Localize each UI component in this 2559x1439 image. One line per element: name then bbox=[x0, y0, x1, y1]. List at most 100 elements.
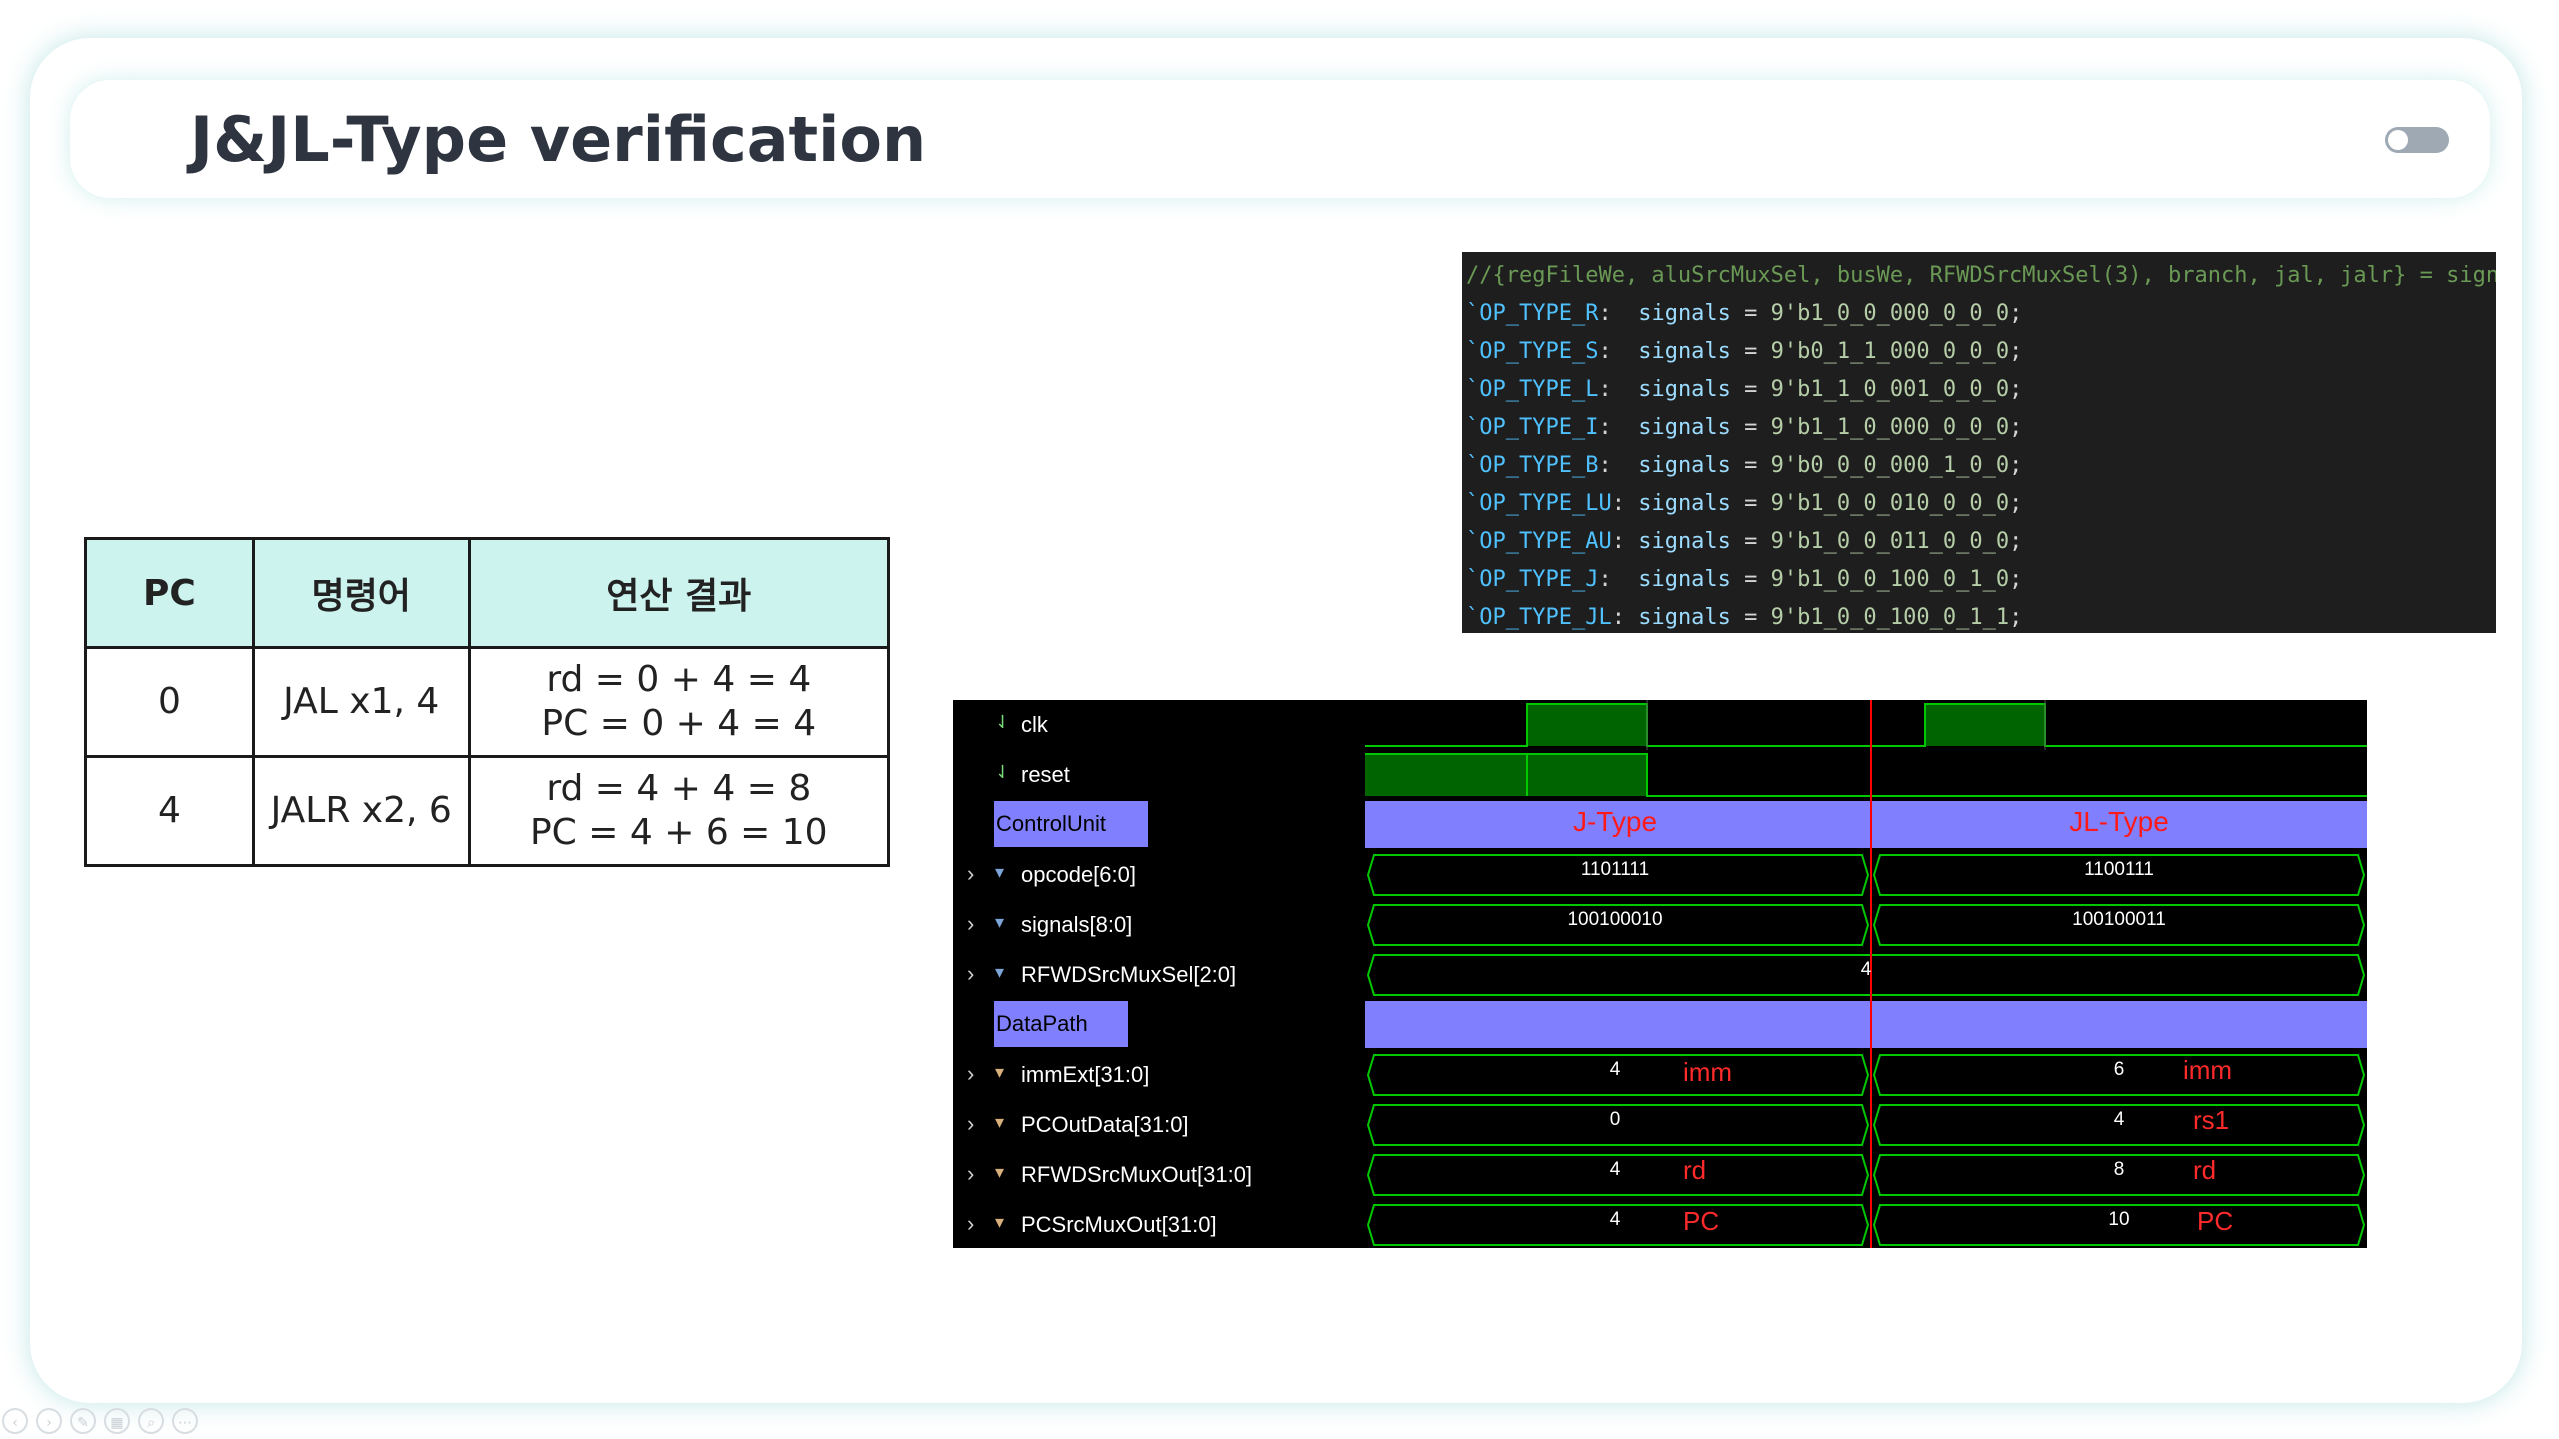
cell-pc: 4 bbox=[84, 755, 255, 867]
j-type-label: J-Type bbox=[1572, 806, 1658, 837]
cell-instruction: JAL x1, 4 bbox=[251, 646, 471, 758]
signal-row-opcode[interactable]: › ▾ opcode[6:0] bbox=[953, 850, 1363, 900]
code-line: `OP_TYPE_I: signals = 9'b1_1_0_000_0_0_0… bbox=[1466, 410, 2496, 448]
signal-row-immext[interactable]: › ▾ immExt[31:0] bbox=[953, 1050, 1363, 1100]
grid-icon[interactable]: ▦ bbox=[104, 1408, 130, 1434]
code-line: `OP_TYPE_R: signals = 9'b1_0_0_000_0_0_0… bbox=[1466, 296, 2496, 334]
bus-signal-icon: ▾ bbox=[995, 1162, 1005, 1182]
code-semicolon: ; bbox=[2009, 415, 2023, 440]
group-controlunit[interactable]: ControlUnit bbox=[994, 801, 1148, 847]
cell-result: rd = 0 + 4 = 4 PC = 0 + 4 = 4 bbox=[467, 646, 891, 758]
group-datapath[interactable]: DataPath bbox=[994, 1001, 1128, 1047]
annotation-imm: imm bbox=[2183, 1055, 2233, 1085]
bus-signal-icon: ▾ bbox=[995, 1062, 1005, 1082]
pcout-value: 0 bbox=[1609, 1109, 1621, 1130]
header-instruction: 명령어 bbox=[251, 537, 471, 649]
code-optype: `OP_TYPE_R bbox=[1466, 301, 1599, 326]
code-line: `OP_TYPE_B: signals = 9'b0_0_0_000_1_0_0… bbox=[1466, 448, 2496, 486]
code-operator: = bbox=[1730, 415, 1771, 440]
waveform-viewer[interactable]: ⇃ clk ⇃ reset ControlUnit › ▾ opcode[6:0… bbox=[953, 700, 2367, 1248]
code-operator: = bbox=[1730, 529, 1771, 554]
code-keyword: signals bbox=[1638, 377, 1731, 402]
code-operator: = bbox=[1730, 567, 1771, 592]
code-colon: : bbox=[1598, 339, 1639, 364]
code-operator: = bbox=[1730, 339, 1771, 364]
cell-instruction: JALR x2, 6 bbox=[251, 755, 471, 867]
annotation-rd: rd bbox=[1683, 1155, 1707, 1185]
opcode-value: 1101111 bbox=[1580, 859, 1650, 880]
rfwdout-value: 8 bbox=[2113, 1159, 2125, 1180]
signal-name: signals[8:0] bbox=[1021, 912, 1133, 937]
code-semicolon: ; bbox=[2009, 453, 2023, 478]
pcsrc-value: 10 bbox=[2108, 1209, 2130, 1230]
code-colon: : bbox=[1598, 453, 1639, 478]
header-result: 연산 결과 bbox=[467, 537, 891, 649]
code-semicolon: ; bbox=[2009, 605, 2023, 630]
header-pc: PC bbox=[84, 537, 255, 649]
bit-signal-icon: ⇃ bbox=[995, 762, 1011, 782]
reset-high-fill bbox=[1365, 754, 1647, 796]
next-icon[interactable]: › bbox=[36, 1408, 62, 1434]
chevron-right-icon[interactable]: › bbox=[967, 1161, 974, 1187]
code-line: `OP_TYPE_AU: signals = 9'b1_0_0_011_0_0_… bbox=[1466, 524, 2496, 562]
signal-name: reset bbox=[1021, 762, 1070, 787]
code-keyword: signals bbox=[1638, 301, 1731, 326]
code-operator: = bbox=[1730, 605, 1771, 630]
result-line: PC = 0 + 4 = 4 bbox=[541, 703, 817, 744]
signal-row-rfwdsel[interactable]: › ▾ RFWDSrcMuxSel[2:0] bbox=[953, 950, 1363, 1000]
code-colon: : bbox=[1598, 567, 1639, 592]
code-colon: : bbox=[1611, 529, 1639, 554]
code-keyword: signals bbox=[1638, 339, 1731, 364]
clk-trace bbox=[1365, 703, 2367, 747]
bus-signal-icon: ▾ bbox=[995, 912, 1005, 932]
code-line: `OP_TYPE_LU: signals = 9'b1_0_0_010_0_0_… bbox=[1466, 486, 2496, 524]
clk-high-fill bbox=[1925, 704, 2045, 746]
code-optype: `OP_TYPE_AU bbox=[1466, 529, 1612, 554]
code-line: `OP_TYPE_L: signals = 9'b1_1_0_001_0_0_0… bbox=[1466, 372, 2496, 410]
signal-row-pcout[interactable]: › ▾ PCOutData[31:0] bbox=[953, 1100, 1363, 1150]
bus-signal-icon: ▾ bbox=[995, 1212, 1005, 1232]
chevron-right-icon[interactable]: › bbox=[967, 1211, 974, 1237]
code-operator: = bbox=[1730, 377, 1771, 402]
prev-icon[interactable]: ‹ bbox=[2, 1408, 28, 1434]
signal-row-clk[interactable]: ⇃ clk bbox=[953, 700, 1363, 750]
code-semicolon: ; bbox=[2009, 339, 2023, 364]
chevron-right-icon[interactable]: › bbox=[967, 1111, 974, 1137]
chevron-right-icon[interactable]: › bbox=[967, 1061, 974, 1087]
code-optype: `OP_TYPE_J bbox=[1466, 567, 1599, 592]
signal-name: PCOutData[31:0] bbox=[1021, 1112, 1189, 1137]
code-value: 9'b1_0_0_100_0_1_1 bbox=[1770, 605, 2010, 630]
zoom-icon[interactable]: ⌕ bbox=[138, 1408, 164, 1434]
toggle-knob bbox=[2388, 130, 2408, 150]
bus-signal-icon: ▾ bbox=[995, 862, 1005, 882]
signal-row-signals[interactable]: › ▾ signals[8:0] bbox=[953, 900, 1363, 950]
chevron-right-icon[interactable]: › bbox=[967, 861, 974, 887]
code-optype: `OP_TYPE_L bbox=[1466, 377, 1599, 402]
code-optype: `OP_TYPE_JL bbox=[1466, 605, 1612, 630]
pen-icon[interactable]: ✎ bbox=[70, 1408, 96, 1434]
more-icon[interactable]: ⋯ bbox=[172, 1408, 198, 1434]
table-row: 0 JAL x1, 4 rd = 0 + 4 = 4 PC = 0 + 4 = 4 bbox=[84, 646, 891, 758]
cell-result: rd = 4 + 4 = 8 PC = 4 + 6 = 10 bbox=[467, 755, 891, 867]
code-colon: : bbox=[1611, 605, 1639, 630]
annotation-rs1: rs1 bbox=[2193, 1105, 2230, 1135]
table-header-row: PC 명령어 연산 결과 bbox=[84, 537, 891, 649]
signal-row-reset[interactable]: ⇃ reset bbox=[953, 750, 1363, 800]
rfwdsel-value: 4 bbox=[1860, 959, 1872, 980]
toggle-switch[interactable] bbox=[2385, 127, 2449, 153]
code-colon: : bbox=[1598, 301, 1639, 326]
code-value: 9'b0_0_0_000_1_0_0 bbox=[1770, 453, 2010, 478]
bus-signal-icon: ▾ bbox=[995, 962, 1005, 982]
code-keyword: signals bbox=[1638, 415, 1731, 440]
code-keyword: signals bbox=[1638, 567, 1731, 592]
signal-row-pcsrcout[interactable]: › ▾ PCSrcMuxOut[31:0] bbox=[953, 1200, 1363, 1248]
code-keyword: signals bbox=[1638, 605, 1731, 630]
code-value: 9'b1_0_0_010_0_0_0 bbox=[1770, 491, 2010, 516]
signal-row-rfwdout[interactable]: › ▾ RFWDSrcMuxOut[31:0] bbox=[953, 1150, 1363, 1200]
chevron-right-icon[interactable]: › bbox=[967, 911, 974, 937]
code-keyword: signals bbox=[1638, 529, 1731, 554]
code-operator: = bbox=[1730, 491, 1771, 516]
code-optype: `OP_TYPE_LU bbox=[1466, 491, 1612, 516]
pcout-value: 4 bbox=[2113, 1109, 2125, 1130]
chevron-right-icon[interactable]: › bbox=[967, 961, 974, 987]
